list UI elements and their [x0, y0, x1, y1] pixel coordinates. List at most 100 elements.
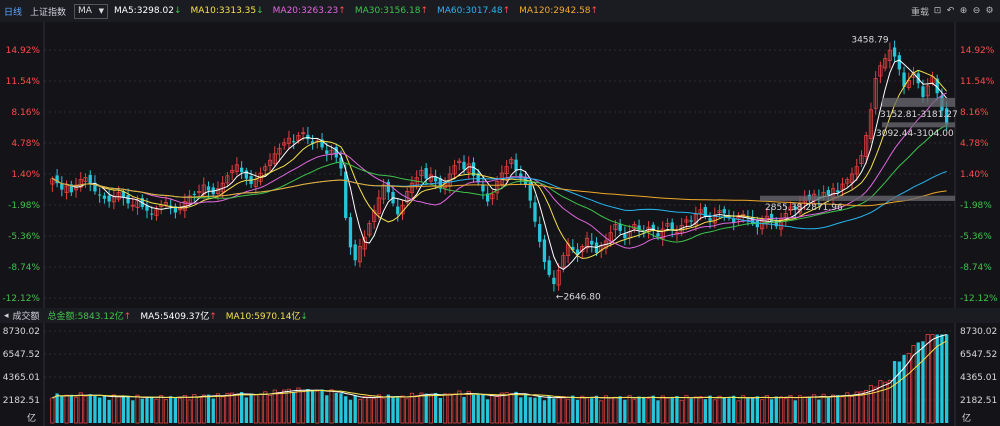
y-tick-label-right: 8.16%	[960, 108, 989, 118]
candle	[547, 260, 551, 275]
candle	[88, 174, 92, 185]
y-tick-label-left: 4.78%	[11, 139, 40, 149]
candle	[244, 170, 249, 179]
volume-bar	[78, 392, 83, 424]
volume-bar	[286, 388, 292, 424]
volume-bar	[916, 342, 920, 423]
tab-index-name[interactable]: 上证指数	[26, 5, 70, 18]
restore-label[interactable]: 重载	[911, 5, 929, 18]
volume-bar	[836, 395, 840, 423]
volume-bar	[192, 394, 197, 424]
volume-bar	[722, 397, 726, 423]
volume-bar	[334, 392, 338, 423]
volume-bar	[145, 396, 149, 423]
volume-bar	[310, 390, 315, 423]
volume-bar	[793, 400, 797, 423]
volume-bar	[859, 391, 864, 424]
restore-icon[interactable]: ⊡	[933, 6, 942, 16]
volume-bar	[774, 396, 778, 423]
volume-bar	[897, 361, 901, 423]
y-tick-label-right: 4365.01	[960, 373, 997, 383]
volume-ma-line-5	[52, 334, 947, 399]
settings-icon[interactable]: ⚙	[985, 6, 994, 16]
back-icon[interactable]: ↶	[946, 6, 955, 16]
volume-bar	[689, 398, 693, 423]
y-tick-label-right: 1.40%	[960, 170, 989, 180]
volume-bar	[760, 399, 765, 424]
trend-arrow-icon: ↓	[300, 312, 308, 322]
ma-readout: MA5:3298.02↓	[114, 6, 182, 16]
trend-arrow-icon: ↑	[123, 312, 132, 322]
volume-bar	[396, 397, 400, 423]
unit-label-left: 亿	[27, 412, 36, 424]
volume-bar	[381, 397, 386, 424]
volume-bar	[613, 396, 618, 424]
volume-bar	[712, 399, 717, 424]
candle	[552, 277, 556, 285]
tab-daily[interactable]: 日线	[0, 5, 26, 18]
volume-bar	[580, 395, 585, 424]
collapse-icon[interactable]: ◂	[4, 311, 9, 321]
volume-bar	[409, 392, 415, 424]
price-annotation: 3152.81-3181.27	[880, 110, 958, 120]
volume-bar	[438, 397, 443, 423]
volume-bar	[481, 394, 485, 423]
volume-bar	[679, 399, 684, 424]
gap-band	[882, 97, 955, 107]
volume-bar	[840, 396, 845, 424]
zoom-in-icon[interactable]: ⊕	[959, 6, 968, 16]
volume-bar	[55, 393, 59, 423]
volume-bar	[883, 381, 888, 424]
volume-bar	[60, 396, 64, 423]
volume-readout: MA5:5409.37亿↑	[140, 312, 217, 322]
y-tick-label-left: 11.54%	[6, 77, 41, 87]
volume-bar	[196, 396, 202, 424]
zoom-out-icon[interactable]: ⊖	[972, 6, 981, 16]
y-tick-label-right: -1.98%	[960, 201, 992, 211]
volume-bar	[778, 396, 784, 424]
candle	[533, 202, 537, 222]
volume-bar	[755, 396, 760, 423]
volume-bar	[514, 391, 518, 423]
volume-bar	[419, 392, 424, 424]
y-tick-label-right: 2182.51	[960, 396, 997, 406]
candle	[60, 183, 64, 190]
volume-bar	[471, 394, 476, 423]
volume-bar	[258, 393, 263, 424]
candle	[424, 168, 428, 179]
price-annotation: ←2646.80	[556, 293, 601, 303]
y-tick-label-left: 8.16%	[11, 108, 40, 118]
volume-bar	[940, 334, 944, 423]
indicator-select[interactable]: MA ▼	[74, 3, 109, 19]
y-tick-label-left: 1.40%	[11, 170, 40, 180]
volume-bar	[750, 397, 755, 423]
candle	[239, 167, 244, 173]
unit-label-right: 亿	[962, 412, 971, 424]
price-annotation: 2855.38-2871.96	[765, 203, 843, 213]
y-tick-label-left: 4365.01	[3, 373, 40, 383]
volume-bar	[552, 398, 556, 423]
chart-controls: 重载 ⊡ ↶ ⊕ ⊖ ⚙	[911, 0, 994, 22]
y-tick-label-right: 6547.52	[960, 350, 997, 360]
candle	[192, 193, 196, 195]
volume-ma-line-10	[52, 340, 947, 399]
candle	[897, 55, 901, 70]
volume-bar	[623, 399, 627, 423]
chart-header-bar: 日线 上证指数 MA ▼ MA5:3298.02↓ MA10:3313.35↓ MA2…	[0, 0, 1000, 22]
price-chart[interactable]: 14.92% 14.92% 11.54% 11.54% 8.16% 8.16% 4.78% 4…	[0, 22, 1000, 308]
volume-bar	[854, 391, 859, 424]
volume-bar	[339, 393, 343, 423]
volume-bar	[930, 334, 935, 424]
candle	[325, 150, 329, 154]
volume-bar	[703, 399, 707, 423]
volume-chart[interactable]: 8730.02 8730.02 6547.52 6547.52 4365.01 4365.…	[0, 323, 1000, 426]
volume-bar	[443, 393, 448, 424]
ma-line-10	[52, 69, 947, 259]
volume-bar	[495, 396, 500, 424]
volume-bar	[599, 400, 604, 424]
trend-arrow-icon: ↑	[590, 6, 599, 16]
volume-bar	[727, 398, 731, 423]
candle	[292, 141, 296, 143]
volume-bar	[211, 398, 215, 423]
volume-bar	[433, 393, 438, 423]
